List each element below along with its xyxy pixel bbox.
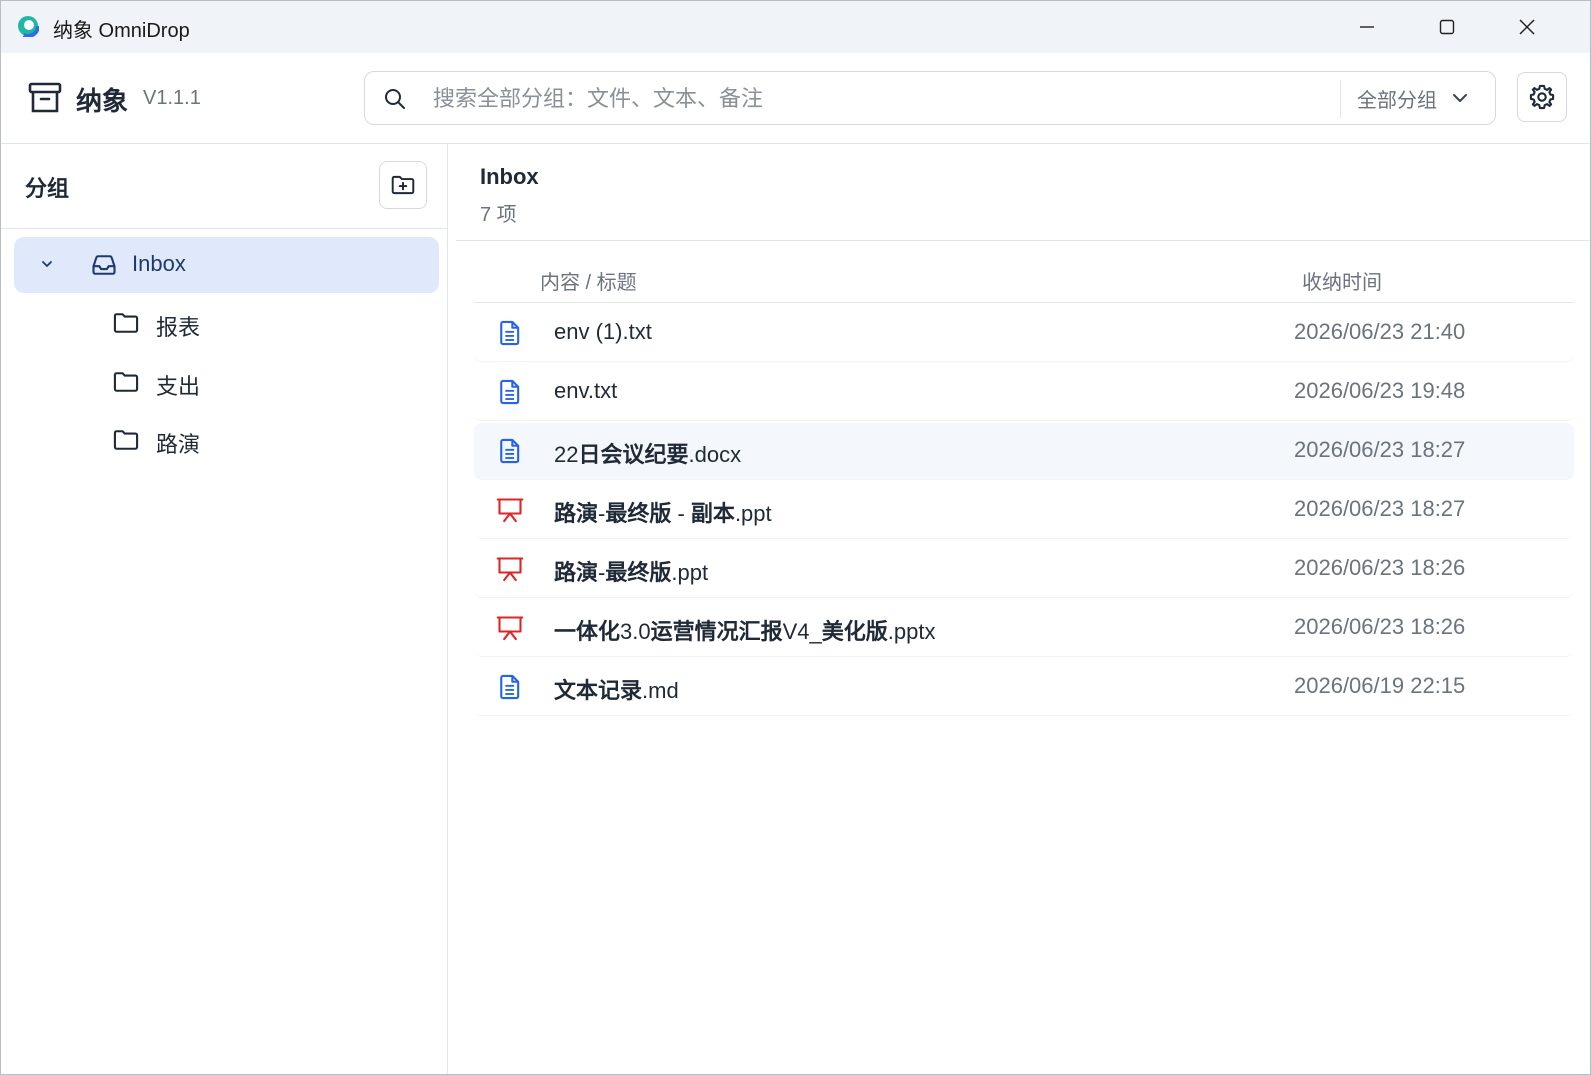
folder-plus-icon	[391, 175, 415, 195]
table-row[interactable]: 路演-最终版 - 副本.ppt 2026/06/23 18:27	[474, 482, 1574, 539]
file-time: 2026/06/23 18:26	[1294, 555, 1466, 580]
file-time: 2026/06/23 18:26	[1294, 614, 1466, 639]
app-logo-icon	[17, 15, 39, 37]
sidebar-header: 分组	[1, 144, 447, 229]
brand-name: 纳象	[76, 86, 129, 116]
sidebar-item-reports[interactable]: 报表	[14, 296, 439, 352]
file-time: 2026/06/23 21:40	[1294, 319, 1466, 344]
group-filter-select[interactable]: 全部分组	[1357, 72, 1469, 124]
document-file-icon	[496, 378, 524, 411]
close-button[interactable]	[1487, 1, 1567, 53]
presentation-file-icon	[496, 555, 524, 588]
minimize-button[interactable]	[1327, 1, 1407, 53]
file-name: 文本记录.md	[554, 678, 679, 703]
file-time: 2026/06/19 22:15	[1294, 673, 1466, 698]
table-row[interactable]: 一体化3.0运营情况汇报V4_美化版.pptx 2026/06/23 18:26	[474, 600, 1574, 657]
document-file-icon	[496, 319, 524, 352]
minimize-icon	[1360, 26, 1374, 28]
sidebar-item-roadshow[interactable]: 路演	[14, 413, 439, 469]
table-row[interactable]: env.txt 2026/06/23 19:48	[474, 364, 1574, 421]
inbox-icon	[92, 255, 116, 275]
new-group-button[interactable]	[379, 161, 427, 209]
search-icon	[385, 89, 405, 109]
file-name: 路演-最终版 - 副本.ppt	[554, 501, 772, 526]
folder-icon	[113, 372, 139, 392]
title-bar: 纳象 OmniDrop	[1, 1, 1590, 53]
main-panel: Inbox 7 项 内容 / 标题 收纳时间 env (1).txt 2026/0…	[456, 144, 1590, 1074]
sidebar-item-label: 支出	[156, 374, 201, 399]
chevron-down-icon[interactable]	[40, 257, 54, 271]
sidebar-item-inbox[interactable]: Inbox	[14, 237, 439, 293]
group-title: Inbox	[480, 164, 539, 189]
file-time: 2026/06/23 18:27	[1294, 437, 1466, 462]
chevron-down-icon	[1453, 94, 1467, 102]
file-time: 2026/06/23 19:48	[1294, 378, 1466, 403]
column-header-content[interactable]: 内容 / 标题	[540, 266, 637, 295]
group-filter-label: 全部分组	[1357, 89, 1437, 112]
sidebar-item-expenses[interactable]: 支出	[14, 355, 439, 411]
file-name: 22日会议纪要.docx	[554, 442, 742, 467]
gear-icon	[1529, 84, 1555, 110]
table-row[interactable]: env (1).txt 2026/06/23 21:40	[474, 305, 1574, 362]
app-window: 纳象 OmniDrop 纳象 V1.1.1 全部分组	[0, 0, 1591, 1075]
table-header: 内容 / 标题 收纳时间	[474, 262, 1574, 303]
presentation-file-icon	[496, 614, 524, 647]
document-file-icon	[496, 673, 524, 706]
maximize-button[interactable]	[1407, 1, 1487, 53]
search-input[interactable]	[431, 80, 1275, 118]
file-name: 一体化3.0运营情况汇报V4_美化版.pptx	[554, 619, 936, 644]
sidebar-item-label: 路演	[156, 432, 201, 457]
window-title: 纳象 OmniDrop	[53, 20, 190, 42]
column-header-time[interactable]: 收纳时间	[1302, 266, 1382, 295]
file-name: 路演-最终版.ppt	[554, 560, 709, 585]
table-row[interactable]: 路演-最终版.ppt 2026/06/23 18:26	[474, 541, 1574, 598]
table-row[interactable]: 22日会议纪要.docx 2026/06/23 18:27	[474, 423, 1574, 480]
divider	[456, 240, 1590, 241]
file-time: 2026/06/23 18:27	[1294, 496, 1466, 521]
sidebar-item-label: 报表	[156, 315, 201, 340]
presentation-file-icon	[496, 496, 524, 529]
group-sidebar: 分组 Inbox 报表 支出 路演	[1, 144, 448, 1074]
archive-icon	[28, 82, 62, 113]
sidebar-title: 分组	[25, 176, 70, 201]
item-count: 7 项	[480, 204, 517, 226]
settings-button[interactable]	[1517, 72, 1567, 122]
document-file-icon	[496, 437, 524, 470]
sidebar-item-label: Inbox	[132, 251, 186, 276]
search-bar: 全部分组	[364, 71, 1496, 125]
table-row[interactable]: 文本记录.md 2026/06/19 22:15	[474, 659, 1574, 716]
app-version: V1.1.1	[143, 87, 201, 109]
maximize-icon	[1439, 19, 1455, 35]
folder-icon	[113, 313, 139, 333]
app-header: 纳象 V1.1.1 全部分组	[1, 53, 1590, 144]
close-icon	[1519, 19, 1535, 35]
search-divider	[1340, 80, 1341, 118]
file-name: env.txt	[554, 378, 618, 403]
folder-icon	[113, 430, 139, 450]
file-name: env (1).txt	[554, 319, 652, 344]
